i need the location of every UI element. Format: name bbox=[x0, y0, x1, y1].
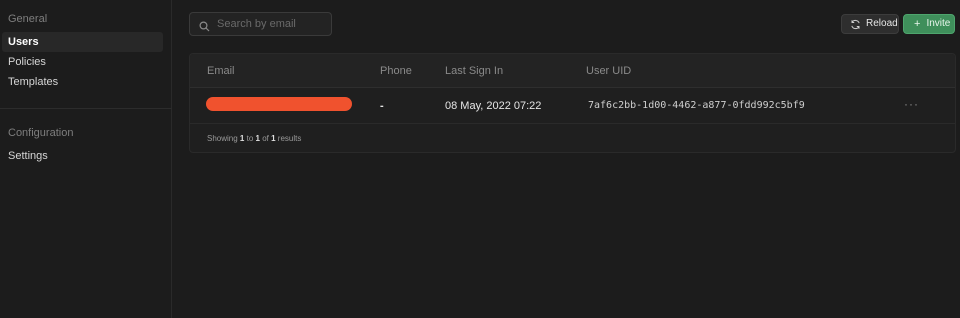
column-header-user-uid: User UID bbox=[586, 65, 632, 77]
search-box[interactable] bbox=[189, 12, 332, 36]
summary-to: 1 bbox=[255, 134, 260, 143]
sidebar-divider bbox=[0, 108, 172, 109]
column-header-email: Email bbox=[207, 65, 235, 77]
sidebar-item-users[interactable]: Users bbox=[2, 32, 163, 52]
section-title-general: General bbox=[8, 13, 48, 25]
sidebar-item-templates[interactable]: Templates bbox=[2, 72, 163, 92]
sidebar-item-policies[interactable]: Policies bbox=[2, 52, 163, 72]
summary-total: 1 bbox=[271, 134, 276, 143]
summary-to-word: to bbox=[246, 134, 254, 143]
search-icon bbox=[199, 19, 210, 32]
users-table: Email Phone Last Sign In User UID - 08 M… bbox=[189, 53, 956, 153]
reload-label: Reload bbox=[866, 18, 898, 29]
reload-button[interactable]: Reload bbox=[841, 14, 899, 34]
more-actions-icon[interactable]: ··· bbox=[904, 97, 919, 111]
invite-button[interactable]: + Invite bbox=[903, 14, 955, 34]
user-uid-cell: 7af6c2bb-1d00-4462-a877-0fdd992c5bf9 bbox=[588, 100, 805, 111]
phone-cell: - bbox=[380, 100, 384, 112]
table-header: Email Phone Last Sign In User UID bbox=[190, 54, 955, 88]
summary-from: 1 bbox=[239, 134, 245, 143]
sidebar: General Users Policies Templates Configu… bbox=[0, 0, 172, 318]
redacted-email bbox=[206, 97, 352, 111]
column-header-last-sign-in: Last Sign In bbox=[445, 65, 504, 77]
column-header-phone: Phone bbox=[380, 65, 412, 77]
summary-prefix: Showing bbox=[207, 134, 238, 143]
pagination-summary: Showing 1 to 1 of 1 results bbox=[207, 134, 301, 143]
section-title-configuration: Configuration bbox=[8, 127, 74, 139]
table-row[interactable]: - 08 May, 2022 07:22 7af6c2bb-1d00-4462-… bbox=[190, 88, 955, 124]
plus-icon: + bbox=[914, 18, 921, 30]
invite-label: Invite bbox=[926, 18, 951, 29]
search-input[interactable] bbox=[217, 16, 327, 32]
last-sign-in-cell: 08 May, 2022 07:22 bbox=[445, 100, 542, 112]
sidebar-item-settings[interactable]: Settings bbox=[2, 146, 163, 166]
summary-of-word: of bbox=[262, 134, 269, 143]
refresh-icon bbox=[851, 19, 860, 29]
summary-suffix: results bbox=[277, 134, 302, 143]
